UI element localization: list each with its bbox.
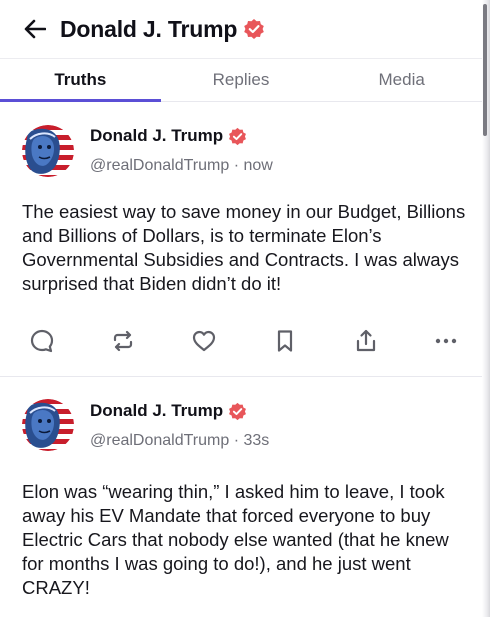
profile-tabs: Truths Replies Media	[0, 58, 482, 102]
post-timestamp[interactable]: now	[244, 157, 273, 174]
post-body: The easiest way to save money in our Bud…	[22, 201, 466, 294]
verified-badge-icon	[228, 402, 247, 421]
bookmark-icon	[272, 328, 298, 354]
heart-icon	[191, 328, 217, 354]
tab-truths[interactable]: Truths	[0, 59, 161, 102]
author-name-text[interactable]: Donald J. Trump	[90, 126, 223, 146]
share-button[interactable]	[350, 325, 382, 357]
bookmark-button[interactable]	[269, 325, 301, 357]
post-actions	[0, 325, 482, 357]
post-item[interactable]: Donald J. Trump @realDonaldTrump · now T…	[0, 101, 482, 377]
post-body: Elon was “wearing thin,” I asked him to …	[22, 481, 449, 598]
author-handle[interactable]: @realDonaldTrump	[90, 432, 229, 449]
post-meta: @realDonaldTrump · 33s	[90, 432, 269, 450]
like-button[interactable]	[188, 325, 220, 357]
post-meta: @realDonaldTrump · now	[90, 157, 273, 175]
post-timestamp[interactable]: 33s	[244, 432, 270, 449]
profile-header: Donald J. Trump	[0, 0, 482, 58]
avatar[interactable]	[22, 399, 74, 451]
verified-badge-icon	[243, 18, 265, 40]
more-options-button[interactable]	[430, 325, 462, 357]
reply-button[interactable]	[26, 325, 58, 357]
post-item[interactable]: Donald J. Trump @realDonaldTrump · 33s E…	[0, 377, 482, 617]
speech-bubble-icon	[29, 328, 55, 354]
arrow-left-icon	[24, 19, 46, 39]
verified-badge-icon	[228, 127, 247, 146]
author-handle[interactable]: @realDonaldTrump	[90, 157, 229, 174]
page-title: Donald J. Trump	[60, 15, 238, 42]
post-author[interactable]: Donald J. Trump	[90, 126, 247, 146]
ellipsis-icon	[433, 328, 459, 354]
post-author[interactable]: Donald J. Trump	[90, 401, 247, 421]
tab-replies[interactable]: Replies	[161, 59, 322, 101]
author-name-text[interactable]: Donald J. Trump	[90, 401, 223, 421]
repost-arrows-icon	[110, 328, 136, 354]
meta-separator: ·	[233, 432, 240, 449]
avatar[interactable]	[22, 125, 74, 177]
back-button[interactable]	[22, 16, 48, 42]
meta-separator: ·	[233, 157, 240, 174]
share-upload-icon	[353, 328, 379, 354]
scrollbar-thumb[interactable]	[483, 4, 487, 136]
retruth-button[interactable]	[107, 325, 139, 357]
tab-media[interactable]: Media	[321, 59, 482, 101]
